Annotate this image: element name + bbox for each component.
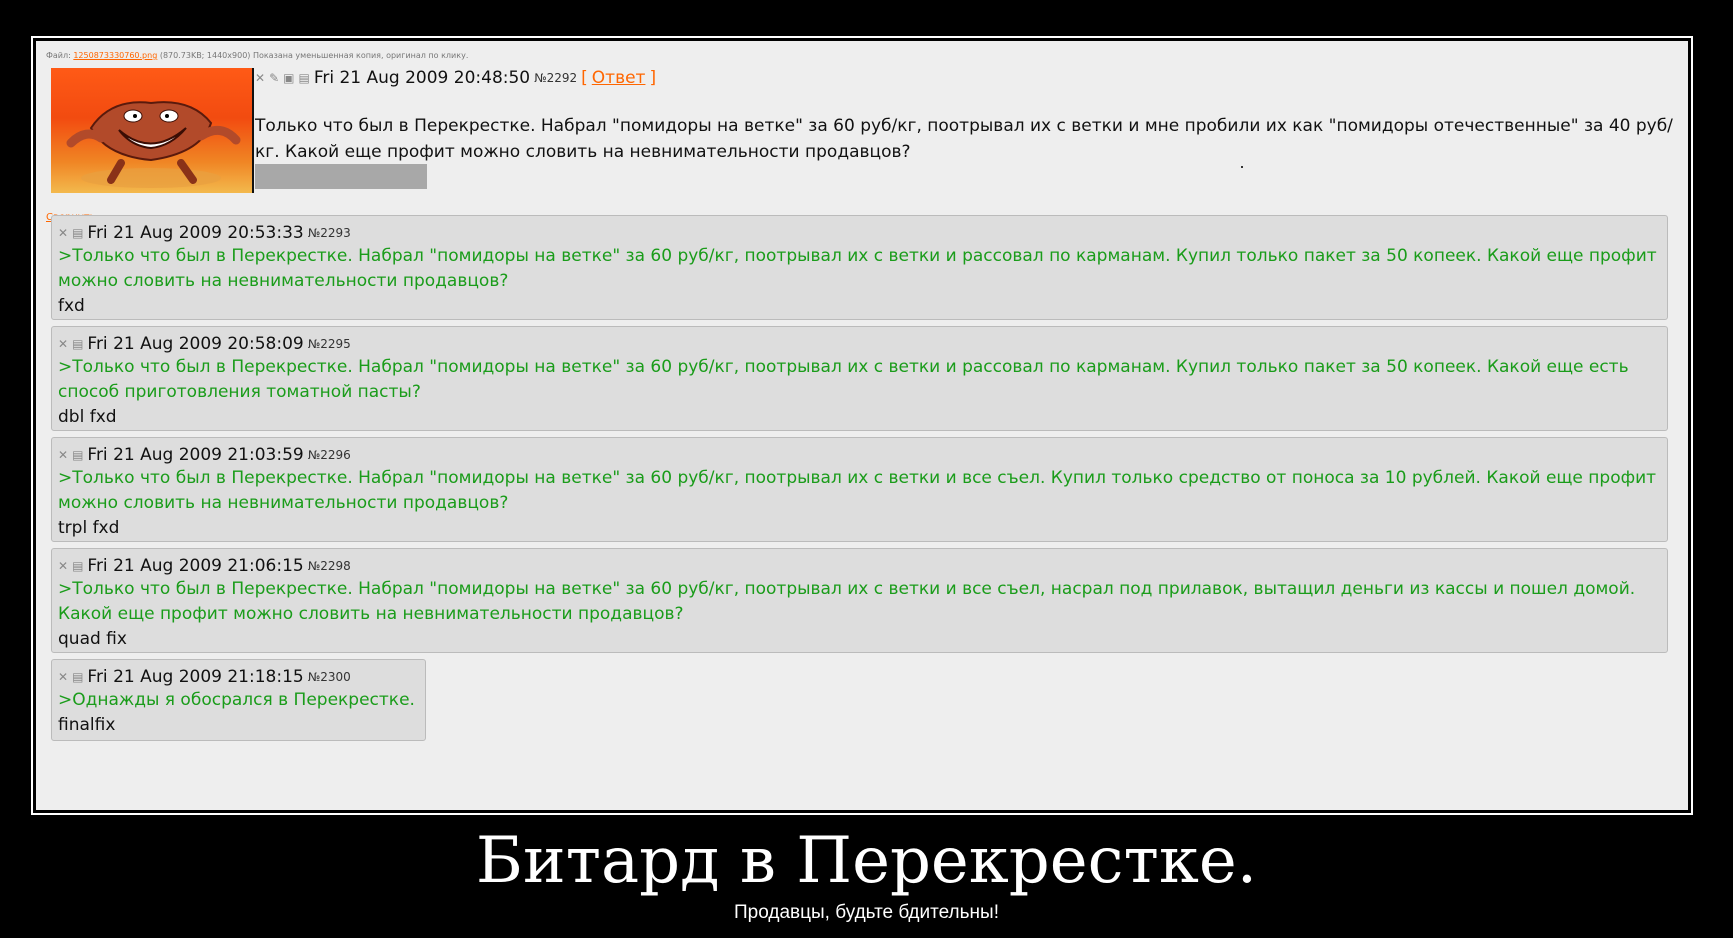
reply-text: finalfix	[58, 715, 116, 735]
reply-date: Fri 21 Aug 2009 21:18:15	[87, 667, 304, 687]
op-date: Fri 21 Aug 2009 20:48:50	[313, 68, 531, 88]
op-header: ✕ ✎ ▣ ▤ Fri 21 Aug 2009 20:48:50 №2292 […	[255, 68, 656, 88]
reply-date: Fri 21 Aug 2009 20:58:09	[87, 334, 304, 354]
reply-number[interactable]: №2298	[308, 559, 351, 573]
close-icon[interactable]: ✕	[58, 670, 68, 684]
report-icon[interactable]: ▤	[298, 71, 309, 85]
reply-number[interactable]: №2295	[308, 337, 351, 351]
close-icon[interactable]: ✕	[58, 337, 68, 351]
reply-header: ✕ ▤ Fri 21 Aug 2009 21:18:15 №2300	[58, 666, 419, 688]
close-icon[interactable]: ✕	[58, 448, 68, 462]
reply-quote: >Только что был в Перекрестке. Набрал "п…	[58, 579, 1636, 624]
op-number[interactable]: №2292	[534, 71, 577, 85]
reply-header: ✕ ▤ Fri 21 Aug 2009 20:53:33 №2293	[58, 222, 1661, 244]
reply-post: ✕ ▤ Fri 21 Aug 2009 20:58:09 №2295 >Толь…	[51, 326, 1668, 431]
close-icon[interactable]: ✕	[58, 559, 68, 573]
caption-title: Битард в Перекрестке.	[475, 824, 1258, 898]
caption-subtitle: Продавцы, будьте бдительны!	[734, 902, 999, 923]
op-message: Только что был в Перекрестке. Набрал "по…	[255, 116, 1673, 162]
reply-post: ✕ ▤ Fri 21 Aug 2009 21:03:59 №2296 >Толь…	[51, 437, 1668, 542]
reply-text: trpl fxd	[58, 518, 120, 538]
reply-header: ✕ ▤ Fri 21 Aug 2009 21:03:59 №2296	[58, 444, 1661, 466]
report-icon[interactable]: ▤	[72, 337, 83, 351]
reply-post: ✕ ▤ Fri 21 Aug 2009 20:53:33 №2293 >Толь…	[51, 215, 1668, 320]
reply-post: ✕ ▤ Fri 21 Aug 2009 21:06:15 №2298 >Толь…	[51, 548, 1668, 653]
file-details: (870.73KB; 1440x900) Показана уменьшенна…	[159, 51, 469, 60]
reply-header: ✕ ▤ Fri 21 Aug 2009 20:58:09 №2295	[58, 333, 1661, 355]
grey-placeholder-bar	[255, 164, 427, 189]
close-icon[interactable]: ✕	[255, 71, 265, 85]
reply-date: Fri 21 Aug 2009 20:53:33	[87, 223, 304, 243]
reply-header: ✕ ▤ Fri 21 Aug 2009 21:06:15 №2298	[58, 555, 1661, 577]
troll-face-image	[66, 101, 241, 188]
file-link[interactable]: 1250873330760.png	[73, 51, 157, 60]
report-icon[interactable]: ▤	[72, 226, 83, 240]
reply-date: Fri 21 Aug 2009 21:03:59	[87, 445, 304, 465]
report-icon[interactable]: ▤	[72, 559, 83, 573]
reply-bracket-close: ]	[649, 68, 657, 88]
reply-number[interactable]: №2293	[308, 226, 351, 240]
reply-quote: >Только что был в Перекрестке. Набрал "п…	[58, 468, 1657, 513]
reply-post: ✕ ▤ Fri 21 Aug 2009 21:18:15 №2300 >Одна…	[51, 659, 426, 741]
report-icon[interactable]: ▤	[72, 670, 83, 684]
reply-link[interactable]: Ответ	[592, 68, 646, 88]
file-label: Файл:	[46, 51, 71, 60]
file-info: Файл: 1250873330760.png (870.73KB; 1440x…	[46, 51, 468, 60]
reply-quote: >Только что был в Перекрестке. Набрал "п…	[58, 357, 1629, 402]
reply-bracket-open: [	[581, 68, 588, 88]
op-thumbnail[interactable]	[51, 68, 254, 193]
report-icon[interactable]: ▤	[72, 448, 83, 462]
reply-quote: >Только что был в Перекрестке. Набрал "п…	[58, 246, 1657, 291]
reply-number[interactable]: №2296	[308, 448, 351, 462]
reply-number[interactable]: №2300	[308, 670, 351, 684]
hide-icon[interactable]: ▣	[283, 71, 294, 85]
reply-text: fxd	[58, 296, 85, 316]
reply-date: Fri 21 Aug 2009 21:06:15	[87, 556, 304, 576]
close-icon[interactable]: ✕	[58, 226, 68, 240]
reply-text: dbl fxd	[58, 407, 117, 427]
reply-quote: >Однажды я обосрался в Перекрестке.	[58, 690, 415, 710]
reply-text: quad fix	[58, 629, 127, 649]
board-screenshot: Файл: 1250873330760.png (870.73KB; 1440x…	[36, 41, 1688, 810]
stray-dot	[1241, 166, 1243, 168]
edit-icon[interactable]: ✎	[269, 71, 279, 85]
